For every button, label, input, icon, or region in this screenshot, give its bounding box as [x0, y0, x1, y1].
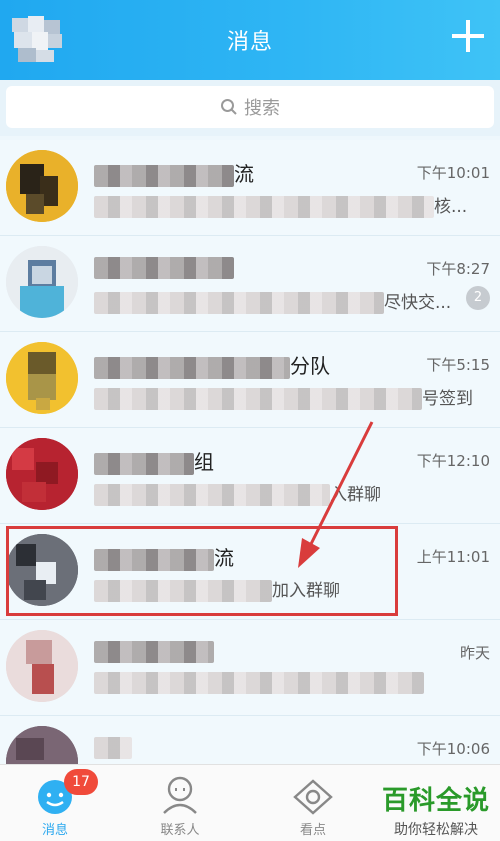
search-bar[interactable]: 搜索 [6, 86, 494, 128]
chat-time: 下午12:10 [416, 452, 490, 470]
page-title: 消息 [226, 30, 273, 55]
search-placeholder: 搜索 [244, 98, 280, 119]
chat-row-5[interactable]: 流 加入群聊 上午11:01 [0, 524, 500, 620]
chat-name-suffix: 组 [194, 450, 214, 474]
tab-label: 联系人 [160, 823, 200, 838]
chat-avatar [6, 342, 78, 414]
chat-message-suffix: 入群聊 [330, 485, 381, 505]
chat-time: 上午11:01 [416, 548, 490, 566]
chat-avatar [6, 534, 78, 606]
chat-message-suffix: 号签到 [422, 389, 473, 409]
add-plus-icon[interactable] [448, 16, 488, 56]
chat-avatar [6, 630, 78, 702]
chat-message-suffix: 尽快交... [384, 293, 452, 313]
chat-name-suffix: 分队 [290, 354, 330, 378]
chat-avatar [6, 246, 78, 318]
watermark-subtitle: 助你轻松解决 [393, 822, 478, 838]
watermark-title: 百科全说 [381, 786, 490, 816]
chat-name-suffix: 流 [234, 162, 254, 186]
search-area: 搜索 [0, 80, 500, 136]
chat-row-2[interactable]: 尽快交... 下午8:27 [0, 236, 500, 332]
tab-label: 看点 [299, 823, 326, 838]
chat-time: 下午8:27 [426, 260, 490, 278]
chat-time: 下午10:06 [416, 740, 490, 758]
chat-message-suffix: 加入群聊 [272, 581, 340, 601]
chat-avatar [6, 438, 78, 510]
chat-avatar [6, 150, 78, 222]
chat-row-4[interactable]: 组 入群聊 下午12:10 [0, 428, 500, 524]
tab-messages[interactable]: 17 消息 [0, 765, 110, 841]
chat-name-suffix: 流 [214, 546, 234, 570]
messages-count-badge: 17 [64, 769, 98, 795]
contacts-person-icon [163, 776, 197, 814]
tab-contacts[interactable]: 联系人 [125, 765, 235, 841]
eye-icon [293, 779, 333, 815]
chat-row-6[interactable]: 昨天 [0, 620, 500, 716]
chat-row-3[interactable]: 分队 号签到 下午5:15 [0, 332, 500, 428]
app-header: 消息 [0, 0, 500, 80]
chat-message-suffix: 核... [434, 197, 468, 217]
tab-label: 消息 [41, 823, 68, 838]
chat-time: 下午10:01 [416, 164, 490, 182]
chat-time: 昨天 [459, 644, 490, 662]
watermark: 百科全说 助你轻松解决 [382, 780, 490, 839]
tab-discover[interactable]: 看点 [258, 765, 368, 841]
chat-row-1[interactable]: 流 核... 下午10:01 [0, 140, 500, 236]
chat-time: 下午5:15 [426, 356, 490, 374]
unread-count-badge: 2 [466, 286, 490, 310]
search-icon [221, 99, 237, 115]
